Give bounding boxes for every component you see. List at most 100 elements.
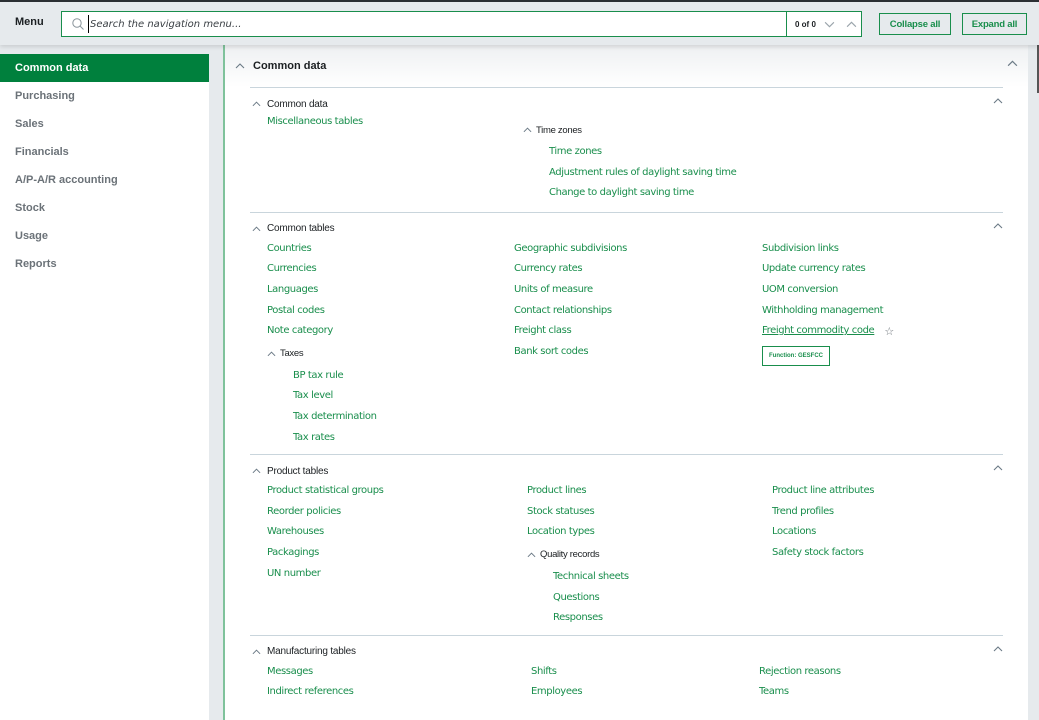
section-product-tables: Product tables Product statistical group… (250, 454, 1003, 635)
link-tax-rates[interactable]: Tax rates (293, 428, 514, 449)
previous-match-button[interactable] (844, 16, 860, 32)
link-tax-determination[interactable]: Tax determination (293, 407, 514, 428)
link-miscellaneous-tables[interactable]: Miscellaneous tables (267, 112, 523, 133)
sidebar-item-financials[interactable]: Financials (0, 138, 209, 166)
top-bar: Menu 0 of 0 Collapse all Expand all (0, 0, 1039, 45)
chevron-up-icon[interactable] (252, 468, 261, 474)
link-warehouses[interactable]: Warehouses (267, 522, 527, 543)
link-packagings[interactable]: Packagings (267, 543, 527, 564)
link-postal-codes[interactable]: Postal codes (267, 301, 514, 322)
link-time-zones[interactable]: Time zones (549, 142, 736, 163)
link-bp-tax-rule[interactable]: BP tax rule (293, 366, 514, 387)
search-icon (72, 18, 84, 30)
link-currencies[interactable]: Currencies (267, 259, 514, 280)
search-counter: 0 of 0 (786, 12, 862, 36)
link-teams[interactable]: Teams (759, 682, 841, 703)
sidebar-item-usage[interactable]: Usage (0, 222, 209, 250)
section-common-data: Common data Miscellaneous tables Time zo… (250, 87, 1003, 212)
sidebar-panel: Common data Purchasing Sales Financials … (0, 54, 209, 720)
chevron-up-icon[interactable] (267, 351, 276, 357)
link-countries[interactable]: Countries (267, 239, 514, 260)
sidebar: Common data Purchasing Sales Financials … (0, 45, 223, 720)
sidebar-item-common-data[interactable]: Common data (0, 54, 209, 82)
chevron-up-icon[interactable] (527, 552, 536, 558)
subgroup-title: Quality records (540, 549, 600, 561)
link-rejection-reasons[interactable]: Rejection reasons (759, 662, 841, 683)
subgroup-title: Time zones (536, 124, 582, 136)
collapse-chevron-icon[interactable] (993, 223, 1003, 229)
link-reorder-policies[interactable]: Reorder policies (267, 502, 527, 523)
sidebar-item-purchasing[interactable]: Purchasing (0, 82, 209, 110)
match-counter: 0 of 0 (795, 19, 816, 29)
link-currency-rates[interactable]: Currency rates (514, 259, 762, 280)
main-header[interactable]: Common data (225, 45, 1028, 87)
next-match-button[interactable] (822, 16, 838, 32)
main-panel: Common data Common data Miscellaneous ta… (223, 45, 1028, 720)
link-safety-stock-factors[interactable]: Safety stock factors (772, 543, 874, 564)
link-location-types[interactable]: Location types (527, 522, 772, 543)
link-questions[interactable]: Questions (553, 588, 772, 609)
subgroup-header[interactable]: Time zones (523, 118, 736, 142)
link-units-of-measure[interactable]: Units of measure (514, 280, 762, 301)
chevron-up-icon[interactable] (252, 226, 261, 232)
chevron-up-icon[interactable] (523, 127, 532, 133)
link-freight-class[interactable]: Freight class (514, 321, 762, 342)
sidebar-item-stock[interactable]: Stock (0, 194, 209, 222)
link-change-to-dst[interactable]: Change to daylight saving time (549, 183, 736, 204)
section-title: Product tables (267, 465, 329, 477)
menu-label: Menu (15, 16, 44, 28)
section-title: Common data (267, 98, 328, 110)
search-input[interactable] (88, 15, 778, 33)
collapse-chevron-icon[interactable] (1007, 60, 1018, 67)
link-bank-sort-codes[interactable]: Bank sort codes (514, 342, 762, 363)
link-indirect-references[interactable]: Indirect references (267, 682, 531, 703)
favorite-star-icon[interactable]: ☆ (884, 325, 894, 338)
function-code-tooltip: Function: GESFCC (762, 345, 830, 366)
section-title: Common tables (267, 223, 335, 235)
link-subdivision-links[interactable]: Subdivision links (762, 239, 894, 260)
collapse-chevron-icon[interactable] (993, 646, 1003, 652)
link-product-lines[interactable]: Product lines (527, 481, 772, 502)
subgroup-header[interactable]: Quality records (527, 543, 772, 567)
sidebar-item-ap-ar-accounting[interactable]: A/P-A/R accounting (0, 166, 209, 194)
link-tax-level[interactable]: Tax level (293, 386, 514, 407)
link-technical-sheets[interactable]: Technical sheets (553, 567, 772, 588)
scrollbar[interactable] (1028, 45, 1039, 720)
search-box: 0 of 0 (61, 11, 862, 37)
chevron-up-icon (846, 21, 857, 28)
link-note-category[interactable]: Note category (267, 321, 514, 342)
link-messages[interactable]: Messages (267, 662, 531, 683)
link-product-line-attributes[interactable]: Product line attributes (772, 481, 874, 502)
link-locations[interactable]: Locations (772, 522, 874, 543)
section-manufacturing-tables: Manufacturing tables Messages Indirect r… (250, 634, 1003, 709)
link-employees[interactable]: Employees (531, 682, 759, 703)
link-freight-commodity-code[interactable]: Freight commodity code (762, 321, 875, 342)
sidebar-item-reports[interactable]: Reports (0, 250, 209, 278)
link-withholding-management[interactable]: Withholding management (762, 301, 894, 322)
chevron-up-icon[interactable] (252, 101, 261, 107)
link-geographic-subdivisions[interactable]: Geographic subdivisions (514, 239, 762, 260)
chevron-up-icon[interactable] (252, 649, 261, 655)
link-shifts[interactable]: Shifts (531, 662, 759, 683)
collapse-chevron-icon[interactable] (993, 465, 1003, 471)
link-contact-relationships[interactable]: Contact relationships (514, 301, 762, 322)
link-uom-conversion[interactable]: UOM conversion (762, 280, 894, 301)
expand-all-button[interactable]: Expand all (962, 13, 1027, 35)
link-un-number[interactable]: UN number (267, 564, 527, 585)
section-common-tables: Common tables Countries Currencies Langu… (250, 211, 1003, 454)
sidebar-item-sales[interactable]: Sales (0, 110, 209, 138)
collapse-all-button[interactable]: Collapse all (879, 13, 951, 35)
subgroup-header[interactable]: Taxes (267, 342, 514, 366)
link-trend-profiles[interactable]: Trend profiles (772, 502, 874, 523)
link-adjustment-rules-dst[interactable]: Adjustment rules of daylight saving time (549, 163, 737, 184)
link-update-currency-rates[interactable]: Update currency rates (762, 259, 894, 280)
section-title: Manufacturing tables (267, 646, 356, 658)
page-title: Common data (253, 60, 327, 72)
chevron-up-icon[interactable] (235, 63, 245, 69)
subgroup-title: Taxes (280, 348, 304, 360)
link-stock-statuses[interactable]: Stock statuses (527, 502, 772, 523)
link-product-statistical-groups[interactable]: Product statistical groups (267, 481, 527, 502)
link-languages[interactable]: Languages (267, 280, 514, 301)
link-responses[interactable]: Responses (553, 608, 772, 629)
collapse-chevron-icon[interactable] (993, 98, 1003, 104)
